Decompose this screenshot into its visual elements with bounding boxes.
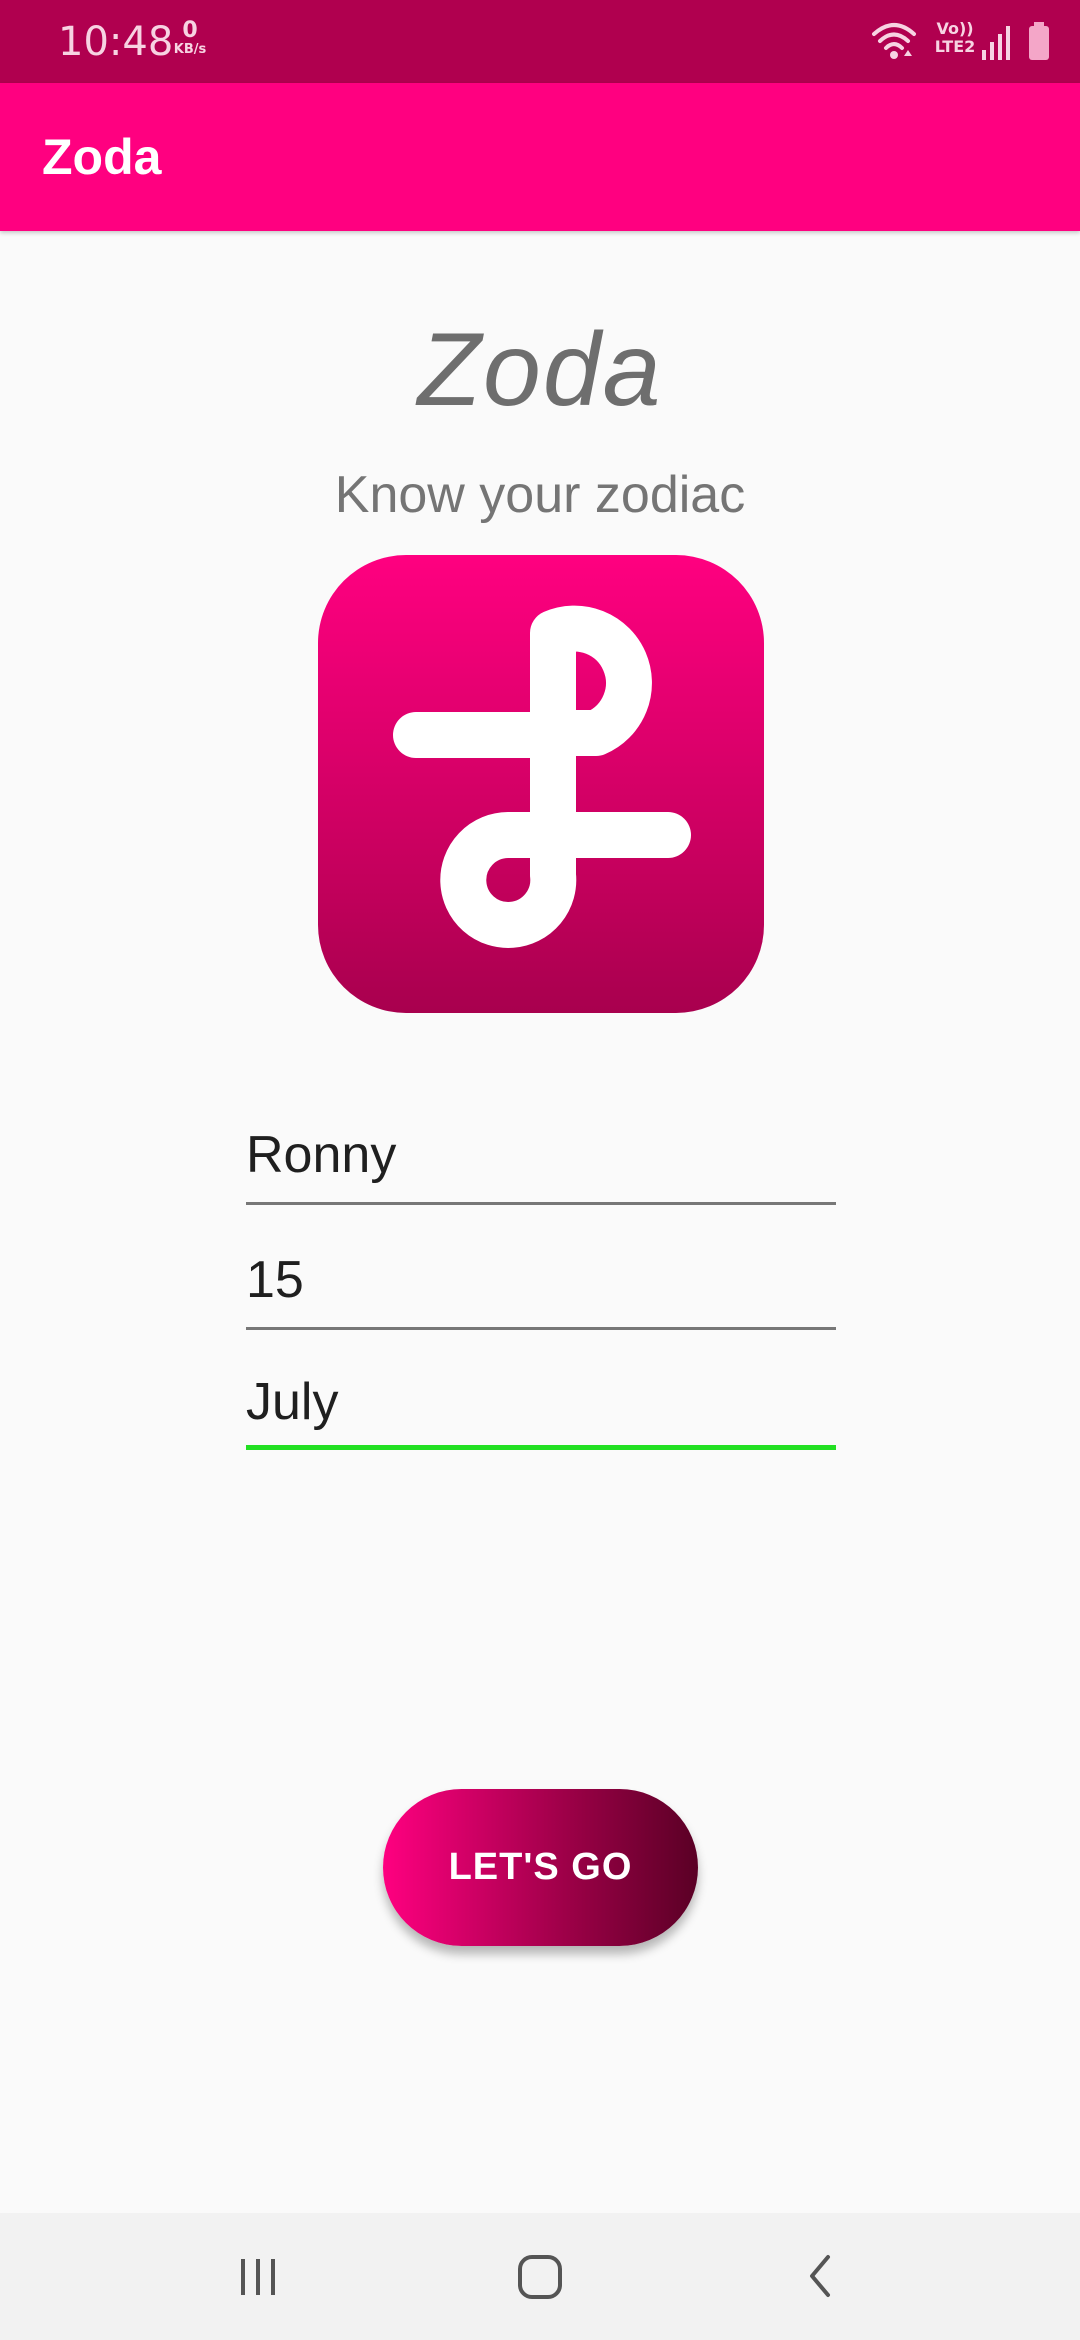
volte-label: Vo))	[936, 19, 974, 38]
home-icon[interactable]	[510, 2213, 570, 2340]
status-bar: 10:48 0 KB/s Vo)) LTE2	[0, 0, 1080, 83]
recent-apps-icon[interactable]	[230, 2213, 286, 2340]
tagline: Know your zodiac	[334, 466, 746, 524]
name-field[interactable]: Ronny	[246, 1115, 836, 1205]
name-field-underline	[246, 1202, 836, 1205]
status-time: 10:48	[58, 19, 174, 65]
app-bar: Zoda	[0, 83, 1080, 231]
signal-icon	[982, 26, 1010, 60]
lte-label: LTE2	[934, 37, 976, 56]
day-field-value[interactable]: 15	[246, 1240, 304, 1320]
back-icon[interactable]	[800, 2213, 840, 2340]
day-field[interactable]: 15	[246, 1240, 836, 1330]
network-speed-unit: KB/s	[173, 42, 207, 57]
month-field[interactable]: July	[246, 1362, 836, 1450]
month-field-value[interactable]: July	[246, 1362, 338, 1442]
volte-indicator: Vo)) LTE2	[932, 20, 978, 56]
lets-go-button[interactable]: LET'S GO	[383, 1789, 698, 1946]
navigation-bar	[0, 2213, 1080, 2340]
name-field-value[interactable]: Ronny	[246, 1115, 396, 1195]
app-bar-title: Zoda	[42, 129, 162, 185]
battery-icon	[1029, 22, 1049, 60]
day-field-underline	[246, 1327, 836, 1330]
brand-title: Zoda	[417, 312, 663, 428]
status-icons: Vo)) LTE2	[870, 18, 1060, 66]
network-speed-value: 0	[182, 18, 198, 43]
month-field-underline-active	[246, 1445, 836, 1450]
wifi-icon	[872, 23, 916, 59]
network-speed: 0 KB/s	[170, 20, 210, 58]
zoda-logo-icon	[318, 555, 764, 1013]
